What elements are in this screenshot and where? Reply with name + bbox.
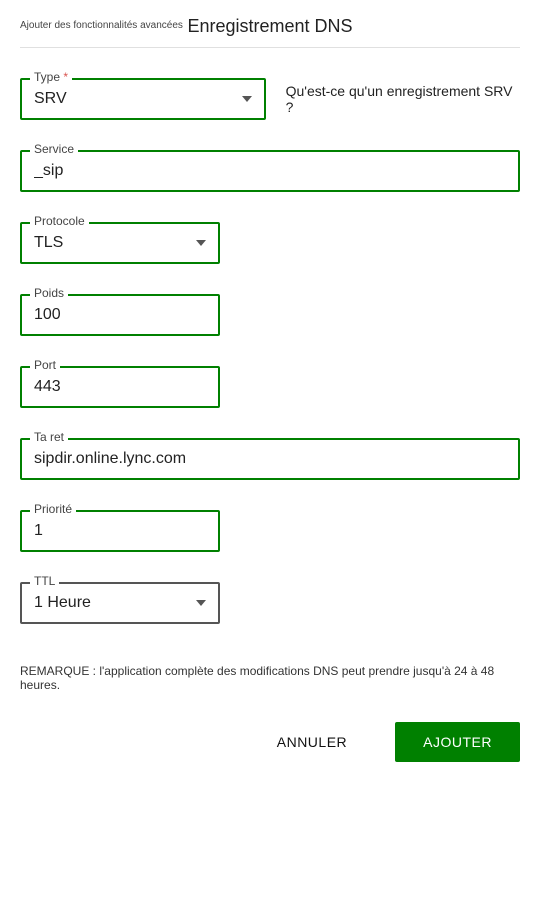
protocole-field[interactable]: Protocole TLS <box>20 222 220 264</box>
cancel-button[interactable]: ANNULER <box>249 722 375 762</box>
button-row: ANNULER AJOUTER <box>20 722 520 762</box>
poids-field[interactable]: Poids <box>20 294 220 336</box>
type-help-link[interactable]: Qu'est-ce qu'un enregistrement SRV ? <box>286 83 520 115</box>
port-input[interactable] <box>34 378 206 396</box>
target-input[interactable] <box>34 450 506 468</box>
ttl-value: 1 Heure <box>34 594 91 612</box>
chevron-down-icon <box>196 240 206 246</box>
target-label: Ta ret <box>30 430 68 444</box>
poids-label: Poids <box>30 286 68 300</box>
chevron-down-icon <box>242 96 252 102</box>
type-select[interactable]: SRV <box>20 78 266 120</box>
add-button[interactable]: AJOUTER <box>395 722 520 762</box>
protocole-select[interactable]: TLS <box>20 222 220 264</box>
ttl-label: TTL <box>30 574 59 588</box>
note-text: REMARQUE : l'application complète des mo… <box>20 664 520 692</box>
port-field[interactable]: Port <box>20 366 220 408</box>
poids-input[interactable] <box>34 306 206 324</box>
type-label: Type * <box>30 70 72 84</box>
ttl-select[interactable]: 1 Heure <box>20 582 220 624</box>
service-label: Service <box>30 142 78 156</box>
header: Ajouter des fonctionnalités avancées Enr… <box>20 16 520 48</box>
protocole-label: Protocole <box>30 214 89 228</box>
ttl-field[interactable]: TTL 1 Heure <box>20 582 220 624</box>
chevron-down-icon <box>196 600 206 606</box>
target-field[interactable]: Ta ret <box>20 438 520 480</box>
type-value: SRV <box>34 90 67 108</box>
port-label: Port <box>30 358 60 372</box>
priorite-label: Priorité <box>30 502 76 516</box>
service-input[interactable] <box>34 162 506 180</box>
protocole-value: TLS <box>34 234 63 252</box>
header-subtitle: Ajouter des fonctionnalités avancées <box>20 20 183 31</box>
type-field[interactable]: Type * SRV <box>20 78 266 120</box>
priorite-input[interactable] <box>34 522 206 540</box>
service-field[interactable]: Service <box>20 150 520 192</box>
priorite-field[interactable]: Priorité <box>20 510 220 552</box>
